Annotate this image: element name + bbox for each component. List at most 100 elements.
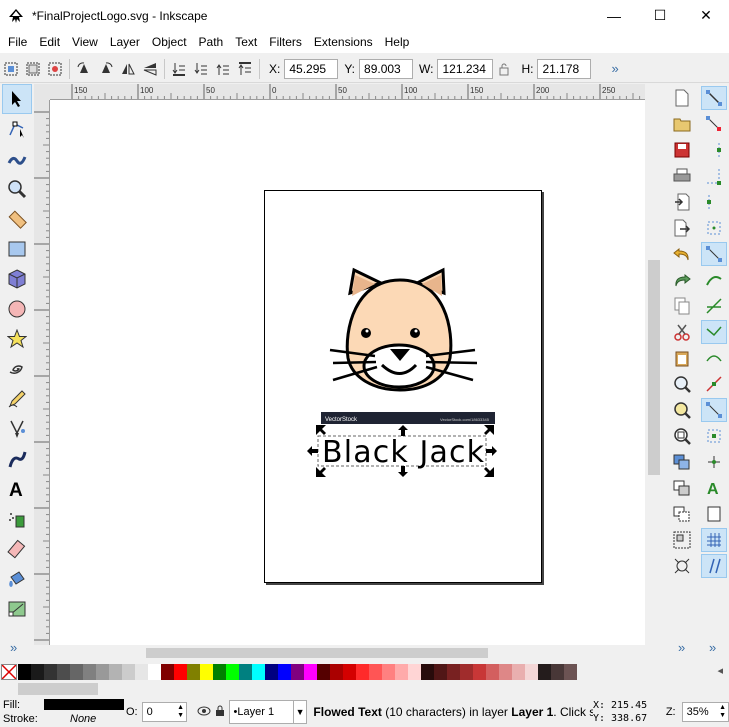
palette-swatch[interactable] xyxy=(226,664,239,680)
minimize-button[interactable]: — xyxy=(591,0,637,31)
opacity-input[interactable]: 0 ▲ ▼ xyxy=(141,702,188,722)
palette-swatch[interactable] xyxy=(304,664,317,680)
menu-filters[interactable]: Filters xyxy=(263,31,308,53)
layer-dropdown[interactable]: •Layer 1 xyxy=(228,700,294,724)
snap-smooth-nodes-icon[interactable] xyxy=(701,346,727,370)
menu-extensions[interactable]: Extensions xyxy=(308,31,379,53)
palette-swatch[interactable] xyxy=(135,664,148,680)
lower-icon[interactable] xyxy=(190,58,212,80)
flip-horizontal-icon[interactable] xyxy=(117,58,139,80)
cut-icon[interactable] xyxy=(669,320,695,344)
snap-intersection-icon[interactable] xyxy=(701,294,727,318)
maximize-button[interactable]: ☐ xyxy=(637,0,683,31)
snap-overflow-icon[interactable]: » xyxy=(709,640,716,655)
select-all-icon[interactable] xyxy=(0,58,22,80)
snap-object-center-icon[interactable] xyxy=(701,424,727,448)
palette-swatch[interactable] xyxy=(434,664,447,680)
palette-swatch[interactable] xyxy=(57,664,70,680)
print-icon[interactable] xyxy=(669,164,695,188)
palette-swatch[interactable] xyxy=(317,664,330,680)
palette-swatch[interactable] xyxy=(31,664,44,680)
overflow-chevron-icon[interactable]: » xyxy=(611,61,618,76)
lower-to-bottom-icon[interactable] xyxy=(168,58,190,80)
zoom-drawing-icon[interactable] xyxy=(669,398,695,422)
palette-swatch[interactable] xyxy=(252,664,265,680)
palette-swatch[interactable] xyxy=(447,664,460,680)
palette-swatch[interactable] xyxy=(18,664,31,680)
palette-swatch[interactable] xyxy=(330,664,343,680)
zoom-tool-icon[interactable] xyxy=(2,174,32,204)
snap-cusp-nodes-icon[interactable] xyxy=(701,320,727,344)
eye-icon[interactable] xyxy=(195,706,213,719)
palette-swatch[interactable] xyxy=(148,664,161,680)
save-icon[interactable] xyxy=(669,138,695,162)
palette-swatch[interactable] xyxy=(538,664,551,680)
text-tool-icon[interactable]: A xyxy=(2,474,32,504)
snap-nodes-icon[interactable] xyxy=(701,242,727,266)
toolbox-overflow-icon[interactable]: » xyxy=(10,640,17,655)
palette-swatch[interactable] xyxy=(486,664,499,680)
palette-swatch[interactable] xyxy=(122,664,135,680)
snap-bbox-edge-icon[interactable] xyxy=(701,138,727,162)
palette-swatch[interactable] xyxy=(512,664,525,680)
palette-swatch[interactable] xyxy=(187,664,200,680)
duplicate-icon[interactable] xyxy=(669,450,695,474)
snap-guides-icon[interactable] xyxy=(701,554,727,578)
flip-vertical-icon[interactable] xyxy=(139,58,161,80)
palette-swatch[interactable] xyxy=(109,664,122,680)
spiral-tool-icon[interactable] xyxy=(2,354,32,384)
zoom-input[interactable]: 35% ▲ ▼ xyxy=(681,702,729,722)
eraser-tool-icon[interactable] xyxy=(2,534,32,564)
pencil-tool-icon[interactable] xyxy=(2,384,32,414)
menu-edit[interactable]: Edit xyxy=(33,31,66,53)
palette-swatch[interactable] xyxy=(44,664,57,680)
palette-swatch[interactable] xyxy=(278,664,291,680)
zoom-selection-icon[interactable] xyxy=(669,372,695,396)
commands-overflow-icon[interactable]: » xyxy=(678,640,685,655)
palette-swatch[interactable] xyxy=(83,664,96,680)
palette-swatch[interactable] xyxy=(161,664,174,680)
snap-rotation-center-icon[interactable] xyxy=(701,450,727,474)
snap-others-icon[interactable] xyxy=(701,398,727,422)
palette-swatch[interactable] xyxy=(265,664,278,680)
palette-swatch[interactable] xyxy=(551,664,564,680)
open-folder-icon[interactable] xyxy=(669,112,695,136)
snap-bbox-midpoint-icon[interactable] xyxy=(701,190,727,214)
menu-help[interactable]: Help xyxy=(379,31,416,53)
palette-swatch[interactable] xyxy=(395,664,408,680)
palette-swatch[interactable] xyxy=(525,664,538,680)
w-input[interactable]: 121.234 xyxy=(437,58,494,79)
palette-swatch[interactable] xyxy=(564,664,577,680)
palette-swatch[interactable] xyxy=(96,664,109,680)
rotate-cw-icon[interactable] xyxy=(95,58,117,80)
close-button[interactable]: ✕ xyxy=(683,0,729,31)
paste-icon[interactable] xyxy=(669,346,695,370)
zoom-page-icon[interactable] xyxy=(669,424,695,448)
menu-path[interactable]: Path xyxy=(193,31,230,53)
undo-icon[interactable] xyxy=(669,242,695,266)
unlink-clone-icon[interactable] xyxy=(669,502,695,526)
cat-logo[interactable] xyxy=(329,267,478,392)
raise-icon[interactable] xyxy=(212,58,234,80)
snap-grids-icon[interactable] xyxy=(701,528,727,552)
snap-bbox-corner-icon[interactable] xyxy=(701,164,727,188)
x-input[interactable]: 45.295 xyxy=(284,58,339,79)
ungroup-icon[interactable] xyxy=(669,554,695,578)
opacity-spinner-icon[interactable]: ▲ ▼ xyxy=(177,704,184,720)
ellipse-tool-icon[interactable] xyxy=(2,294,32,324)
snap-bbox-center-icon[interactable] xyxy=(701,216,727,240)
new-document-icon[interactable] xyxy=(669,86,695,110)
horizontal-scroll-thumb[interactable] xyxy=(146,648,488,658)
node-tool-icon[interactable] xyxy=(2,114,32,144)
rectangle-tool-icon[interactable] xyxy=(2,234,32,264)
lock-icon[interactable] xyxy=(493,58,515,80)
spray-tool-icon[interactable] xyxy=(2,504,32,534)
menu-view[interactable]: View xyxy=(66,31,104,53)
calligraphy-tool-icon[interactable] xyxy=(2,444,32,474)
snap-paths-icon[interactable] xyxy=(701,268,727,292)
vertical-scroll-thumb[interactable] xyxy=(648,260,660,475)
menu-file[interactable]: File xyxy=(2,31,33,53)
no-paint-swatch[interactable] xyxy=(1,664,17,680)
gradient-tool-icon[interactable] xyxy=(2,594,32,624)
h-input[interactable]: 21.178 xyxy=(537,58,592,79)
